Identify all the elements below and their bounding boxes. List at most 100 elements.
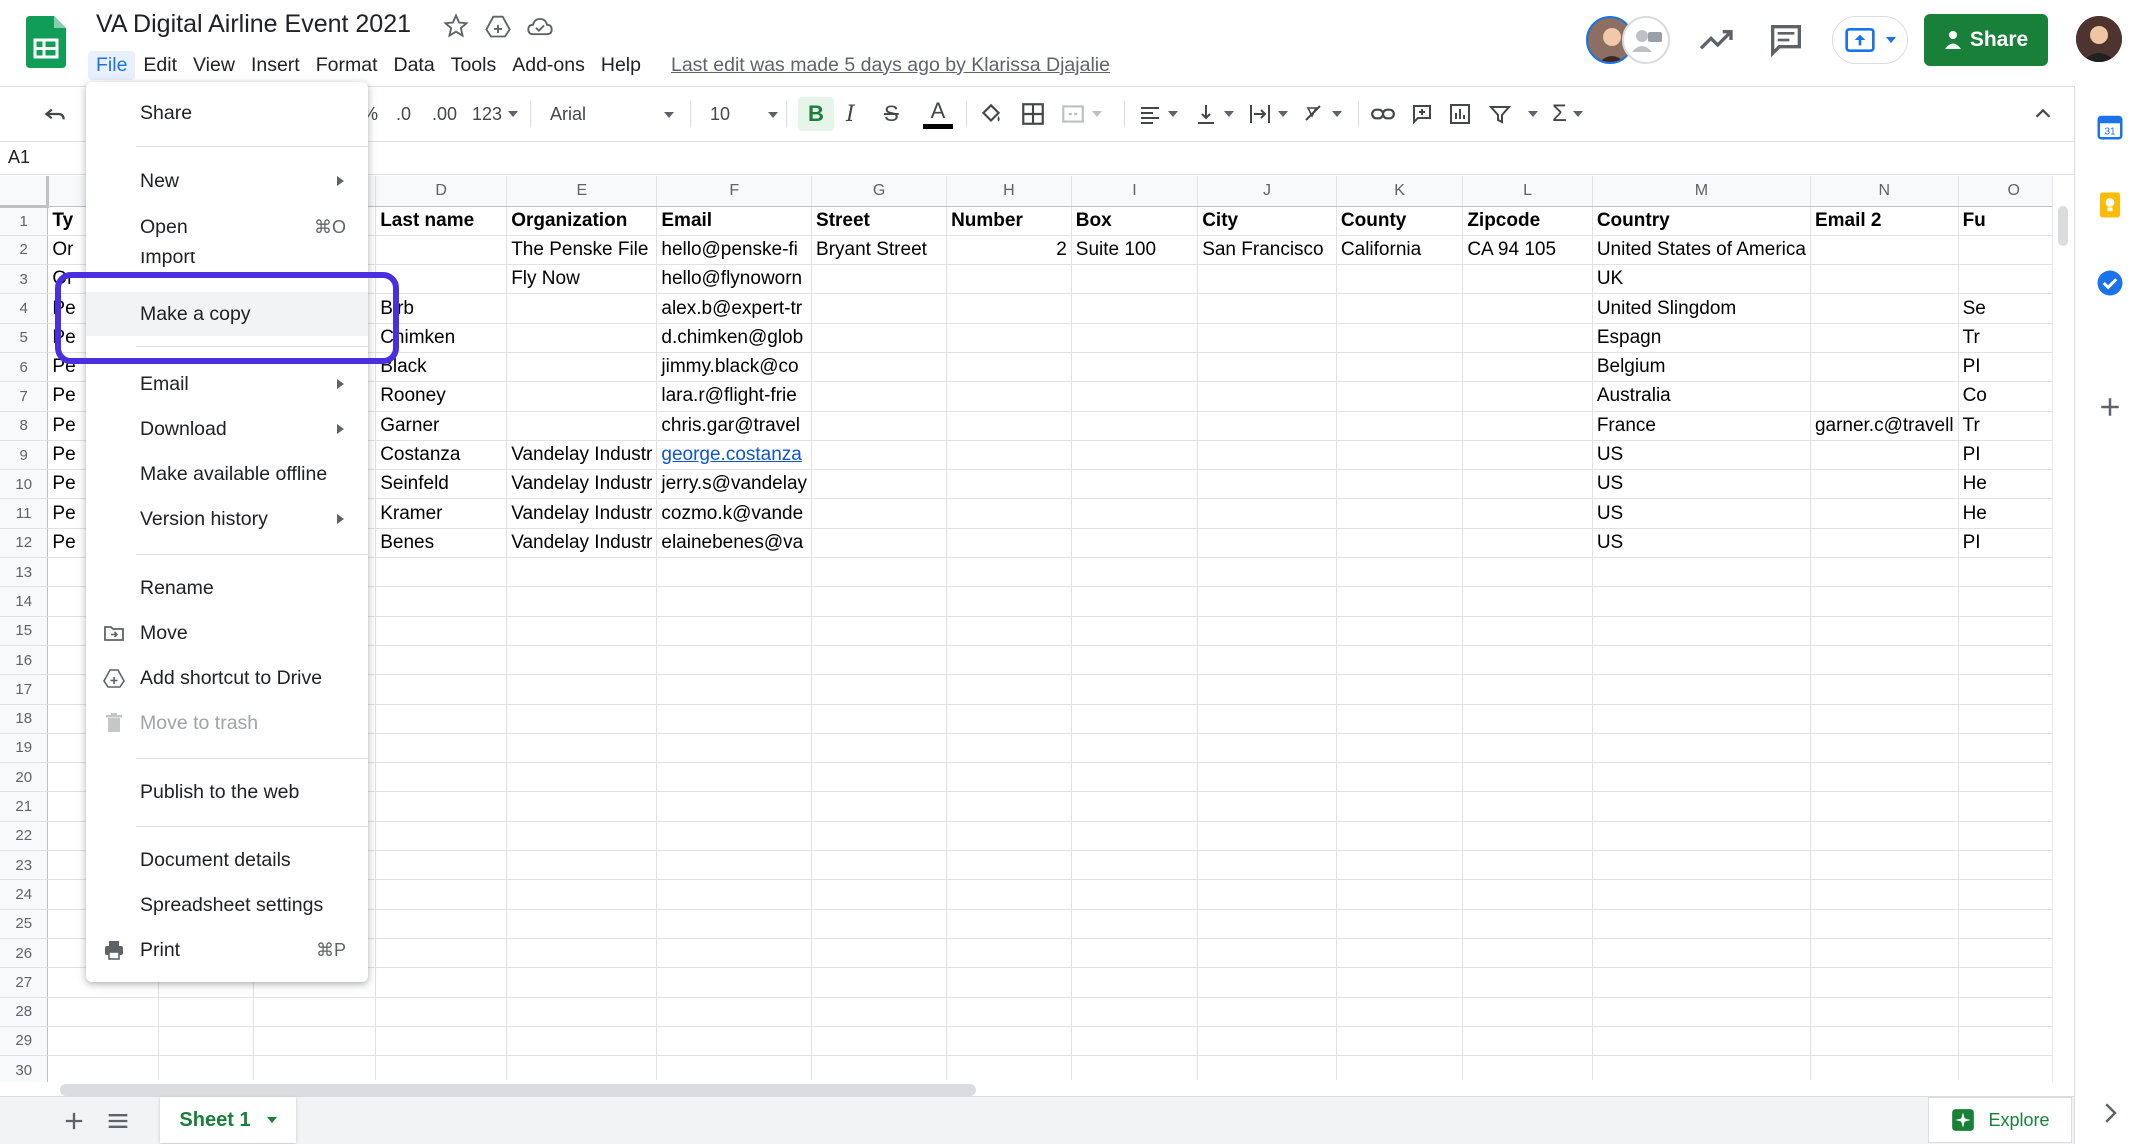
menu-item-publish-to-the-web[interactable]: Publish to the web [86,773,368,811]
table-cell[interactable]: Kramer [375,498,508,529]
row-header[interactable]: 24 [0,879,49,910]
table-cell[interactable] [1336,586,1464,617]
table-cell[interactable] [1197,674,1337,705]
table-cell[interactable] [506,762,658,793]
table-cell[interactable] [1462,733,1593,764]
table-cell[interactable] [946,909,1072,939]
table-cell[interactable] [946,733,1072,764]
table-cell[interactable] [656,1026,813,1057]
table-cell[interactable] [656,645,813,676]
table-cell[interactable] [1462,528,1593,559]
table-cell[interactable] [1592,791,1811,822]
table-cell[interactable]: Country [1592,206,1811,236]
number-format-dropdown[interactable]: 123 [472,87,519,141]
table-cell[interactable] [375,557,508,588]
cloud-saved-icon[interactable] [526,12,554,40]
table-cell[interactable] [811,674,948,705]
table-cell[interactable] [1336,997,1464,1027]
row-header[interactable]: 12 [0,528,49,559]
table-cell[interactable] [1462,411,1593,441]
table-cell[interactable] [506,733,658,764]
table-cell[interactable] [1071,616,1199,646]
table-cell[interactable]: Seinfeld [375,469,508,500]
table-cell[interactable]: Espagn [1592,323,1811,353]
horizontal-align-icon[interactable] [1138,87,1178,141]
table-cell[interactable] [1810,967,1959,998]
menu-format[interactable]: Format [308,51,386,80]
table-cell[interactable] [1810,469,1959,500]
last-edit-link[interactable]: Last edit was made 5 days ago by Klariss… [671,54,1110,77]
table-cell[interactable] [811,879,948,910]
table-cell[interactable]: garner.c@travell [1810,411,1959,441]
table-cell[interactable] [1462,997,1593,1027]
increase-decimal-button[interactable]: .00 [432,87,457,141]
table-cell[interactable] [1336,469,1464,500]
menu-item-print[interactable]: Print ⌘P [86,931,368,969]
horizontal-scrollbar[interactable] [60,1080,2050,1096]
table-cell[interactable] [1336,909,1464,939]
keep-notes-icon[interactable] [2095,190,2125,220]
merge-cells-icon[interactable] [1060,87,1102,141]
row-header[interactable]: 16 [0,645,49,676]
table-cell[interactable] [506,821,658,852]
table-cell[interactable] [1071,967,1199,998]
table-cell[interactable] [506,967,658,998]
sheets-logo-icon[interactable] [26,16,66,68]
table-cell[interactable] [656,967,813,998]
table-cell[interactable] [811,498,948,529]
menu-insert[interactable]: Insert [243,51,308,80]
table-cell[interactable]: Email 2 [1810,206,1959,236]
table-cell[interactable]: Zipcode [1462,206,1593,236]
table-cell[interactable] [1071,850,1199,881]
table-cell[interactable]: UK [1592,264,1811,295]
row-header[interactable]: 4 [0,293,49,324]
table-cell[interactable] [1197,381,1337,412]
table-cell[interactable]: hello@penske-fi [656,235,813,266]
table-cell[interactable] [506,938,658,969]
table-cell[interactable] [811,909,948,939]
table-cell[interactable] [1197,1026,1337,1057]
table-cell[interactable] [158,1055,254,1082]
table-cell[interactable] [1810,909,1959,939]
menu-item-make-a-copy[interactable]: Make a copy [86,292,368,336]
table-cell[interactable] [1071,645,1199,676]
row-header[interactable]: 18 [0,704,49,734]
menu-item-share[interactable]: Share [86,94,368,132]
row-header[interactable]: 11 [0,498,49,529]
table-cell[interactable]: alex.b@expert-tr [656,293,813,324]
table-cell[interactable] [1336,645,1464,676]
table-cell[interactable] [375,909,508,939]
table-cell[interactable]: Vandelay Industr [506,469,658,500]
tasks-icon[interactable] [2095,268,2125,298]
select-all-corner[interactable] [0,176,50,208]
table-cell[interactable] [1462,498,1593,529]
italic-button[interactable]: I [846,87,855,141]
table-cell[interactable] [1810,586,1959,617]
table-cell[interactable] [1071,791,1199,822]
table-cell[interactable] [946,997,1072,1027]
bold-button[interactable]: B [798,97,834,131]
table-cell[interactable] [811,791,948,822]
table-cell[interactable] [656,997,813,1027]
calendar-icon[interactable]: 31 [2095,112,2125,142]
table-cell[interactable] [656,586,813,617]
table-cell[interactable] [1197,1055,1337,1082]
hide-menus-chevron-up-icon[interactable] [2032,87,2054,141]
font-family-dropdown[interactable]: Arial [550,87,674,141]
table-cell[interactable] [811,557,948,588]
table-cell[interactable] [1071,528,1199,559]
undo-icon[interactable] [42,87,68,141]
table-cell[interactable] [1810,616,1959,646]
table-cell[interactable] [1071,264,1199,295]
column-header[interactable]: M [1592,176,1811,207]
column-header[interactable]: K [1336,176,1464,207]
table-cell[interactable]: Belgium [1592,352,1811,383]
table-cell[interactable] [1071,938,1199,969]
table-cell[interactable] [506,909,658,939]
column-header[interactable]: G [811,176,948,207]
table-cell[interactable] [1462,879,1593,910]
table-cell[interactable] [1462,586,1593,617]
table-cell[interactable] [946,440,1072,471]
table-cell[interactable] [1197,850,1337,881]
table-cell[interactable] [1071,440,1199,471]
